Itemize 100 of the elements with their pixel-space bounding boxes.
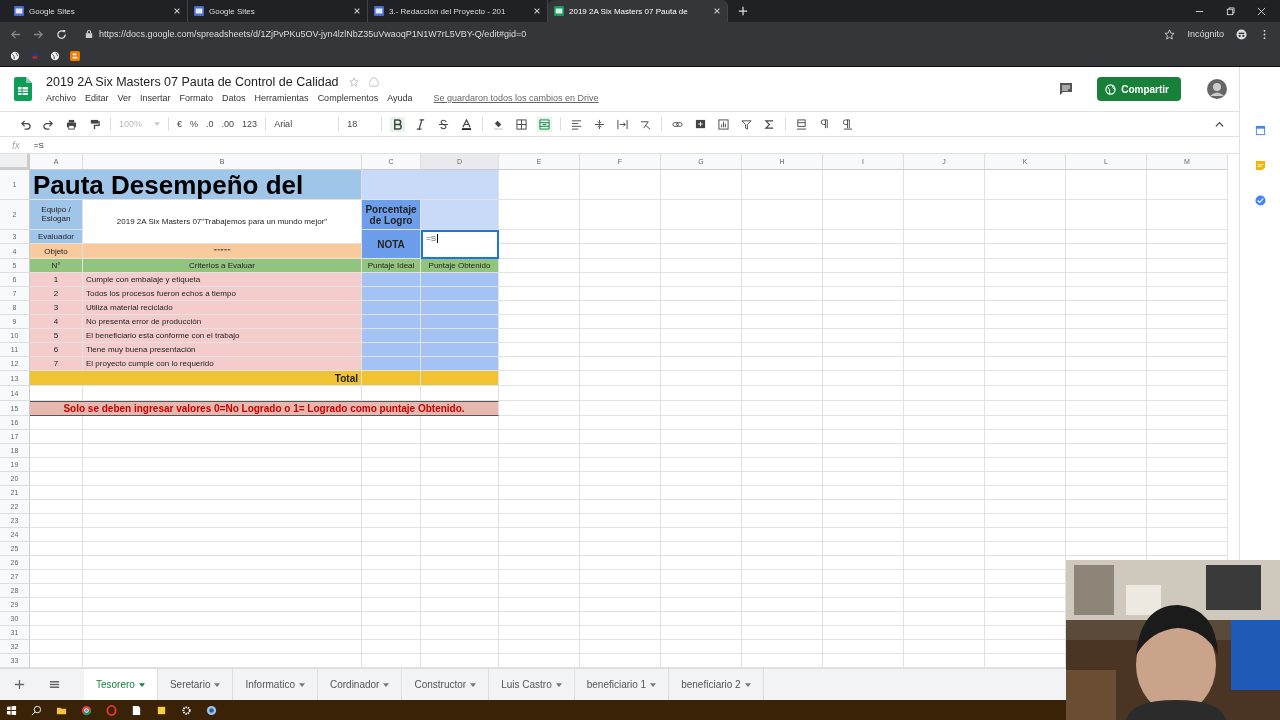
sheet-cell: Utiliza material reciclado <box>83 301 362 315</box>
menu-item[interactable]: Archivo <box>46 93 76 103</box>
menu-item[interactable]: Insertar <box>140 93 171 103</box>
column-heading: Puntaje Ideal <box>362 259 421 273</box>
cell-editor[interactable]: =S <box>421 230 499 259</box>
caret-icon[interactable] <box>298 682 305 687</box>
empty-cell <box>362 444 421 458</box>
caret-icon[interactable] <box>383 682 390 687</box>
tasks-icon[interactable] <box>1254 195 1266 206</box>
currency-button[interactable]: € <box>177 119 183 129</box>
caret-icon[interactable] <box>214 682 221 687</box>
globe-icon[interactable] <box>50 51 60 61</box>
share-button[interactable]: Compartir <box>1097 77 1181 101</box>
sheet-cell <box>362 301 421 315</box>
column-heading: Criterios a Evaluar <box>83 259 362 273</box>
gear-icon[interactable] <box>181 704 192 716</box>
close-icon[interactable] <box>173 7 181 15</box>
menu-item[interactable]: Ayuda <box>387 93 413 103</box>
reload-icon[interactable] <box>56 28 67 40</box>
comment-icon[interactable] <box>1059 82 1074 96</box>
sheet-tab[interactable]: Tesorero <box>84 669 158 700</box>
incognito-icon[interactable] <box>1236 28 1247 40</box>
empty-cell <box>362 640 421 654</box>
forward-icon[interactable] <box>33 28 44 40</box>
opera-icon[interactable] <box>106 704 117 716</box>
empty-cell <box>362 570 421 584</box>
empty-cell <box>362 598 421 612</box>
avatar-icon[interactable] <box>1207 79 1227 99</box>
sheet-cell: El beneficiario esta conforme con el trabajo <box>83 329 362 343</box>
menu-item[interactable]: Complementos <box>317 93 379 103</box>
menu-item[interactable]: Formato <box>179 93 214 103</box>
spreadsheet-logo-icon[interactable] <box>14 77 32 101</box>
sheet-cell <box>362 371 421 386</box>
address-bar[interactable]: https://docs.google.com/spreadsheets/d/1ZjPvPKu5OV-jyn4lzlNbZ35uVwaoqP1N1W7rL5VBY-Q/edit#gid=0 <box>79 24 1153 44</box>
empty-cell <box>362 556 421 570</box>
document-title[interactable]: 2019 2A Six Masters 07 Pauta de Control de Calidad <box>46 75 339 89</box>
menu-item[interactable]: Datos <box>222 93 246 103</box>
browser-tab[interactable]: 2019 2A Six Masters 07 Pauta de <box>548 0 728 22</box>
font-size-dropdown[interactable]: 18 <box>347 119 374 129</box>
close-icon[interactable] <box>1257 7 1266 16</box>
sheet-cell: 5 <box>30 329 83 343</box>
save-status-link[interactable]: Se guardaron todos los cambios en Drive <box>433 93 599 103</box>
browser-icon[interactable] <box>81 704 92 716</box>
increase-decimals-button[interactable]: .00 <box>221 119 235 129</box>
windows-start-icon[interactable] <box>6 704 17 716</box>
close-icon[interactable] <box>353 7 361 15</box>
recorder-icon[interactable] <box>206 704 217 716</box>
page-icon <box>374 6 384 16</box>
sheet-cell: Tiene muy buena presentación <box>83 343 362 357</box>
sheet-cell <box>362 287 421 301</box>
sheet-cell: 7 <box>30 357 83 371</box>
close-icon[interactable] <box>533 7 541 15</box>
lock-icon <box>85 29 93 39</box>
document-icon[interactable] <box>131 704 142 716</box>
caret-icon[interactable] <box>555 682 562 687</box>
sheet-cell: Porcentaje de Logro <box>362 200 421 230</box>
restore-icon[interactable] <box>1226 7 1235 16</box>
empty-cell <box>362 430 421 444</box>
back-icon[interactable] <box>10 28 21 40</box>
chart-icon[interactable] <box>716 116 732 132</box>
profile-label[interactable]: Incógnito <box>1187 29 1224 39</box>
caret-icon[interactable] <box>744 682 751 687</box>
caret-icon[interactable] <box>650 682 657 687</box>
empty-cell <box>362 486 421 500</box>
formula-label: fx <box>12 139 20 151</box>
sheet-cell: Objeto <box>30 244 83 259</box>
add-sheet-icon[interactable] <box>14 679 25 690</box>
number-format-dropdown[interactable]: 123 <box>242 119 258 129</box>
sticky-note-icon[interactable] <box>156 704 167 716</box>
merge-cells-icon[interactable] <box>537 116 553 132</box>
menu-icon[interactable] <box>49 679 60 690</box>
caret-icon[interactable] <box>138 682 145 687</box>
borders-icon[interactable] <box>514 116 530 132</box>
bold-icon[interactable] <box>390 116 406 132</box>
star-icon[interactable] <box>1164 28 1176 40</box>
sheet-cell: 1 <box>30 273 83 287</box>
sheet-cell: Evaluador <box>30 230 83 244</box>
calendar-icon[interactable] <box>1254 125 1266 136</box>
globe-icon[interactable] <box>10 51 20 61</box>
menu-item[interactable]: Herramientas <box>254 93 309 103</box>
decrease-decimals-button[interactable]: .0 <box>206 119 214 129</box>
formula-field[interactable]: =S <box>33 140 44 150</box>
star-icon[interactable] <box>348 77 359 87</box>
empty-cell <box>362 528 421 542</box>
menu-item[interactable]: Ver <box>117 93 132 103</box>
sheet-cell: NOTA <box>362 230 421 259</box>
caret-icon[interactable] <box>470 682 477 687</box>
font-dropdown[interactable]: Arial <box>274 119 331 129</box>
percent-button[interactable]: % <box>190 119 199 129</box>
sheet-cell: No presenta error de producción <box>83 315 362 329</box>
sheet-cell: 2 <box>30 287 83 301</box>
blog-icon[interactable] <box>70 51 80 61</box>
sheet-cell <box>362 329 421 343</box>
close-icon[interactable] <box>713 7 721 15</box>
new-tab-icon[interactable] <box>738 6 748 16</box>
sheet-title: Pauta Desempeño del <box>30 170 362 200</box>
empty-cell <box>362 514 421 528</box>
sheet-cell: Solo se deben ingresar valores 0=No Logrado o 1= Logrado como puntaje Obtenido. <box>30 401 499 416</box>
menu-item[interactable]: Editar <box>85 93 109 103</box>
search-icon[interactable] <box>31 704 42 716</box>
